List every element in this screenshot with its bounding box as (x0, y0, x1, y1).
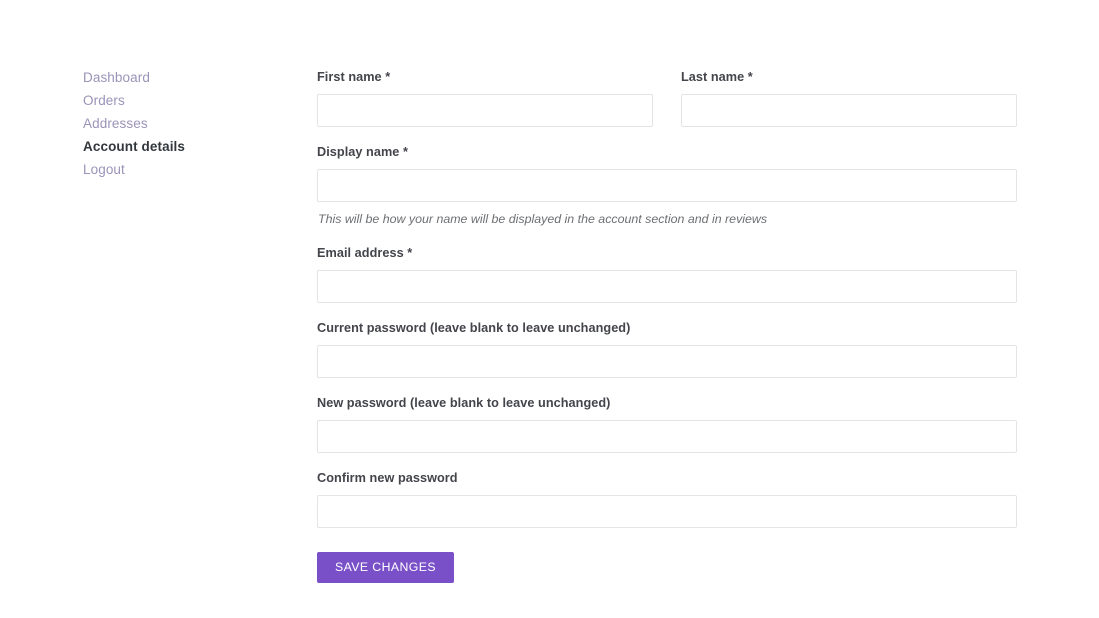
first-name-group: First name * (317, 69, 653, 127)
sidebar-item-orders[interactable]: Orders (83, 92, 283, 115)
first-name-label: First name * (317, 70, 391, 84)
last-name-group: Last name * (681, 69, 1017, 127)
sidebar-link-account-details[interactable]: Account details (83, 138, 185, 156)
sidebar-link-dashboard[interactable]: Dashboard (83, 69, 150, 87)
last-name-label: Last name * (681, 70, 753, 84)
first-name-input[interactable] (317, 94, 653, 127)
new-password-group: New password (leave blank to leave uncha… (317, 395, 1017, 453)
confirm-password-label: Confirm new password (317, 471, 458, 485)
account-details-page: Dashboard Orders Addresses Account detai… (0, 0, 1099, 618)
last-name-input[interactable] (681, 94, 1017, 127)
sidebar-link-addresses[interactable]: Addresses (83, 115, 148, 133)
sidebar-link-orders[interactable]: Orders (83, 92, 125, 110)
sidebar-item-account-details[interactable]: Account details (83, 138, 283, 161)
sidebar-item-addresses[interactable]: Addresses (83, 115, 283, 138)
sidebar-item-dashboard[interactable]: Dashboard (83, 69, 283, 92)
account-sidebar-nav: Dashboard Orders Addresses Account detai… (83, 69, 283, 184)
account-nav-list: Dashboard Orders Addresses Account detai… (83, 69, 283, 184)
email-label: Email address * (317, 246, 413, 260)
sidebar-link-logout[interactable]: Logout (83, 161, 125, 179)
current-password-label: Current password (leave blank to leave u… (317, 321, 631, 335)
email-group: Email address * (317, 245, 1017, 303)
current-password-group: Current password (leave blank to leave u… (317, 320, 1017, 378)
sidebar-item-logout[interactable]: Logout (83, 161, 283, 184)
display-name-helper-text: This will be how your name will be displ… (318, 212, 768, 226)
display-name-label: Display name * (317, 145, 408, 159)
name-fields-row: First name * Last name * (317, 69, 1017, 127)
new-password-label: New password (leave blank to leave uncha… (317, 396, 611, 410)
confirm-password-input[interactable] (317, 495, 1017, 528)
form-actions: SAVE CHANGES (317, 552, 1017, 583)
confirm-password-group: Confirm new password (317, 470, 1017, 528)
current-password-input[interactable] (317, 345, 1017, 378)
account-details-form: First name * Last name * Display name * … (317, 69, 1017, 583)
save-changes-button[interactable]: SAVE CHANGES (317, 552, 454, 583)
display-name-input[interactable] (317, 169, 1017, 202)
new-password-input[interactable] (317, 420, 1017, 453)
email-input[interactable] (317, 270, 1017, 303)
display-name-group: Display name * This will be how your nam… (317, 144, 1017, 227)
